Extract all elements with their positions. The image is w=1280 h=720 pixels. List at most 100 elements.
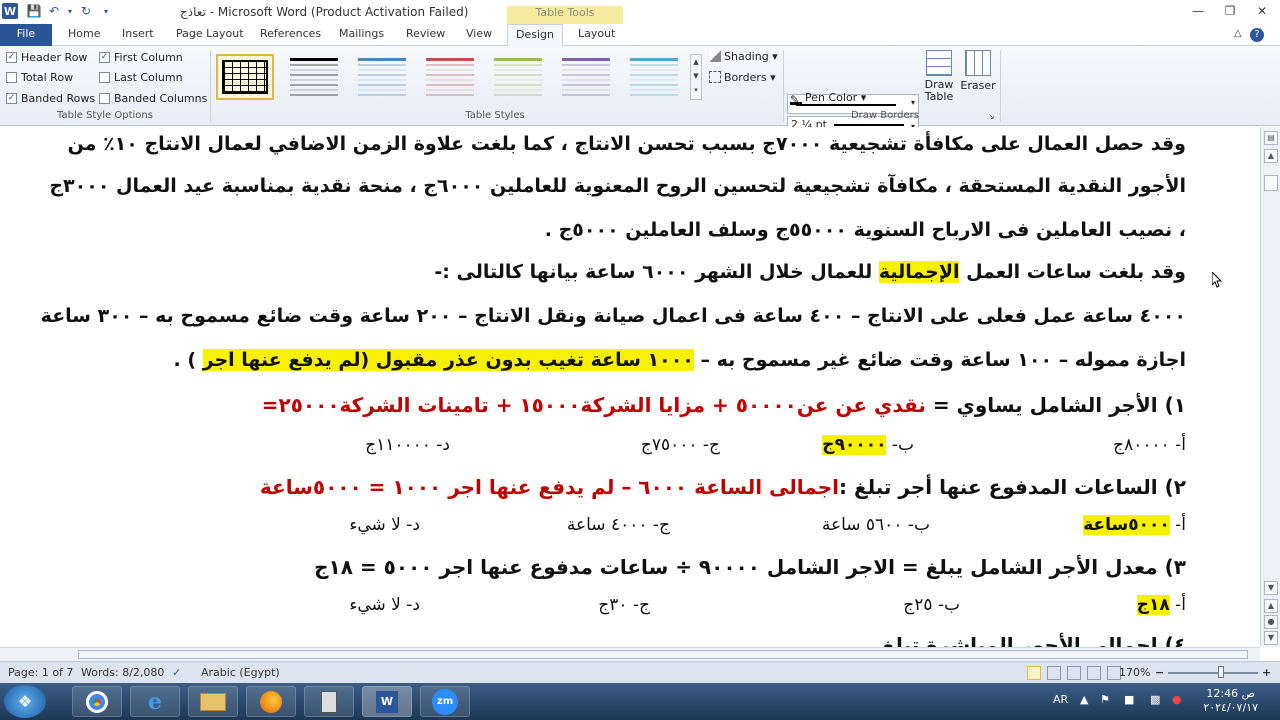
tray-expand-icon[interactable]: ▲: [1080, 693, 1088, 706]
network-icon[interactable]: ▩: [1150, 693, 1160, 706]
swatch-row: [290, 94, 338, 96]
banded-rows-checkbox[interactable]: ✓: [6, 93, 17, 104]
tab-mailings[interactable]: Mailings: [331, 24, 392, 46]
swatch-row: [562, 94, 610, 96]
header-row-checkbox[interactable]: ✓: [6, 52, 17, 63]
draw-table-button[interactable]: Draw Table: [923, 50, 955, 103]
banded-columns-checkbox[interactable]: [99, 93, 110, 104]
q1-option-b-label: ب-: [886, 435, 914, 455]
calculator-icon[interactable]: [304, 686, 354, 717]
undo-dropdown-icon[interactable]: ▾: [62, 3, 78, 19]
scroll-down-icon[interactable]: ▼: [1264, 581, 1278, 595]
tab-view[interactable]: View: [458, 24, 500, 46]
start-button-icon[interactable]: ❖: [4, 685, 46, 718]
table-style-swatch[interactable]: [353, 54, 411, 100]
swatch-row: [290, 58, 338, 61]
language-indicator[interactable]: Arabic (Egypt): [201, 666, 280, 679]
action-center-flag-icon[interactable]: ⚑: [1100, 693, 1110, 706]
internet-explorer-icon[interactable]: e: [130, 686, 180, 717]
print-layout-view-icon[interactable]: [1027, 666, 1041, 680]
horizontal-scroll-thumb[interactable]: [78, 650, 1248, 659]
swatch-row: [426, 79, 474, 81]
horizontal-scrollbar[interactable]: [0, 647, 1260, 661]
word-taskbar-icon[interactable]: W: [362, 686, 412, 717]
table-style-swatch[interactable]: [285, 54, 343, 100]
document-page[interactable]: وقد حصل العمال على مكافأة تشجيعية ٧٠٠٠ج …: [30, 127, 1230, 647]
scroll-thumb[interactable]: [1264, 175, 1278, 191]
tab-insert[interactable]: Insert: [114, 24, 162, 46]
word-count[interactable]: Words: 8/2,080: [81, 666, 164, 679]
banded-rows-label: Banded Rows: [21, 92, 96, 105]
volume-icon[interactable]: ●: [1172, 693, 1182, 706]
zoom-out-icon[interactable]: −: [1155, 666, 1164, 679]
firefox-icon[interactable]: [246, 686, 296, 717]
restore-icon[interactable]: ❐: [1219, 4, 1241, 20]
file-explorer-icon[interactable]: [188, 686, 238, 717]
zoom-slider[interactable]: [1168, 672, 1258, 674]
tray-app-icon[interactable]: ■: [1124, 693, 1134, 706]
full-screen-view-icon[interactable]: [1047, 666, 1061, 680]
last-column-checkbox[interactable]: [99, 72, 110, 83]
input-language[interactable]: AR: [1053, 693, 1068, 706]
table-style-swatch[interactable]: [557, 54, 615, 100]
last-column-option[interactable]: Last Column: [99, 71, 183, 84]
scroll-up-icon[interactable]: ▲: [1264, 149, 1278, 163]
outline-view-icon[interactable]: [1087, 666, 1101, 680]
swatch-row: [630, 69, 678, 71]
total-row-option[interactable]: Total Row: [6, 71, 73, 84]
table-style-swatch[interactable]: [625, 54, 683, 100]
styles-gallery-scroll[interactable]: ▲ ▼ ▾: [690, 54, 702, 100]
word-app-icon[interactable]: W: [2, 3, 18, 19]
q3-option-a-value: ١٨ج: [1136, 595, 1170, 615]
close-icon[interactable]: ✕: [1251, 4, 1273, 20]
web-layout-view-icon[interactable]: [1067, 666, 1081, 680]
total-row-checkbox[interactable]: [6, 72, 17, 83]
tab-file[interactable]: File: [0, 24, 52, 46]
banded-columns-option[interactable]: Banded Columns: [99, 92, 207, 105]
swatch-row: [426, 84, 474, 86]
table-style-swatch[interactable]: [421, 54, 479, 100]
first-column-checkbox[interactable]: ✓: [99, 52, 110, 63]
banded-rows-option[interactable]: ✓ Banded Rows: [6, 92, 95, 105]
undo-icon[interactable]: ↶: [46, 3, 62, 19]
zoom-app-icon[interactable]: zm: [420, 686, 470, 717]
dialog-launcher-icon[interactable]: ↘: [988, 112, 995, 121]
swatch-row: [494, 58, 542, 61]
pen-color-button[interactable]: ✎ Pen Color ▾: [790, 91, 866, 106]
proofing-icon[interactable]: ✓: [172, 666, 181, 679]
tab-home[interactable]: Home: [60, 24, 108, 46]
previous-page-icon[interactable]: ▲: [1264, 599, 1278, 613]
eraser-button[interactable]: Eraser: [960, 50, 996, 92]
table-style-swatch-selected[interactable]: [216, 54, 274, 100]
borders-button[interactable]: Borders ▾: [709, 71, 776, 84]
vertical-scrollbar[interactable]: ▤ ▲ ▼ ▲ ● ▼: [1260, 127, 1280, 647]
doc-line-4: وقد بلغت ساعات العمل الإجمالية للعمال خل…: [434, 261, 1186, 283]
help-icon[interactable]: ?: [1250, 28, 1264, 42]
clock[interactable]: 12:46 ص ٢٠٢٤/٠٧/١٧: [1203, 687, 1258, 715]
ruler-toggle-icon[interactable]: ▤: [1264, 131, 1278, 145]
minimize-ribbon-icon[interactable]: △: [1226, 24, 1250, 46]
redo-icon[interactable]: ↻: [78, 3, 94, 19]
header-row-label: Header Row: [21, 51, 88, 64]
header-row-option[interactable]: ✓ Header Row: [6, 51, 87, 64]
shading-button[interactable]: Shading ▾: [709, 50, 778, 63]
page-count[interactable]: Page: 1 of 7: [8, 666, 73, 679]
zoom-in-icon[interactable]: +: [1262, 666, 1271, 679]
zoom-level[interactable]: 170%: [1119, 666, 1150, 679]
q2-option-b: ب- ٥٦٠٠ ساعة: [821, 515, 930, 535]
next-page-icon[interactable]: ▼: [1264, 631, 1278, 645]
minimize-icon[interactable]: —: [1187, 4, 1209, 20]
table-style-swatch[interactable]: [489, 54, 547, 100]
browse-object-icon[interactable]: ●: [1264, 615, 1278, 629]
document-area[interactable]: وقد حصل العمال على مكافأة تشجيعية ٧٠٠٠ج …: [0, 127, 1280, 647]
save-icon[interactable]: 💾: [26, 3, 42, 19]
customize-qat-icon[interactable]: ▾: [98, 3, 114, 19]
tab-review[interactable]: Review: [398, 24, 453, 46]
zoom-slider-thumb[interactable]: [1218, 666, 1224, 678]
tab-layout[interactable]: Layout: [570, 24, 623, 46]
tab-page-layout[interactable]: Page Layout: [168, 24, 252, 46]
chrome-icon[interactable]: [72, 686, 122, 717]
tab-references[interactable]: References: [252, 24, 329, 46]
tab-design[interactable]: Design: [507, 24, 563, 47]
first-column-option[interactable]: ✓ First Column: [99, 51, 183, 64]
